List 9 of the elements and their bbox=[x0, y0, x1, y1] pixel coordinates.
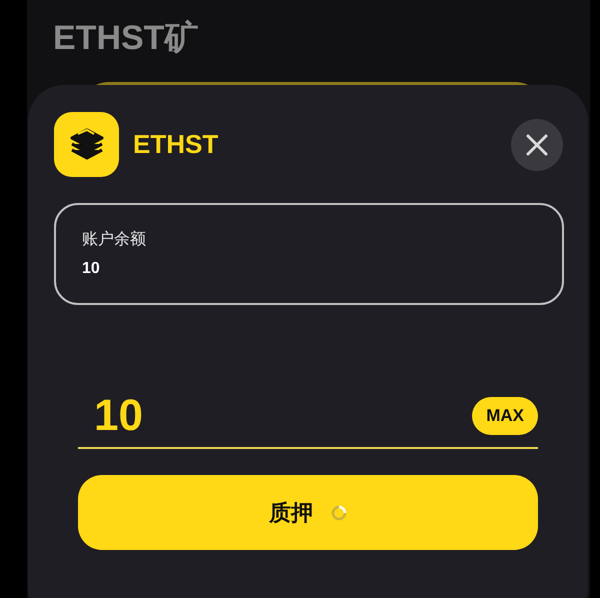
close-icon[interactable] bbox=[511, 118, 563, 170]
amount-field[interactable]: 10 MAX bbox=[78, 391, 538, 449]
token-name: ETHST bbox=[133, 129, 220, 160]
stake-button[interactable]: 质押 bbox=[78, 475, 538, 550]
page-title: ETHST矿 bbox=[53, 18, 200, 58]
max-button[interactable]: MAX bbox=[472, 397, 538, 435]
token-logo-icon bbox=[54, 112, 119, 177]
balance-label: 账户余额 bbox=[82, 230, 147, 250]
balance-value: 10 bbox=[82, 260, 101, 278]
